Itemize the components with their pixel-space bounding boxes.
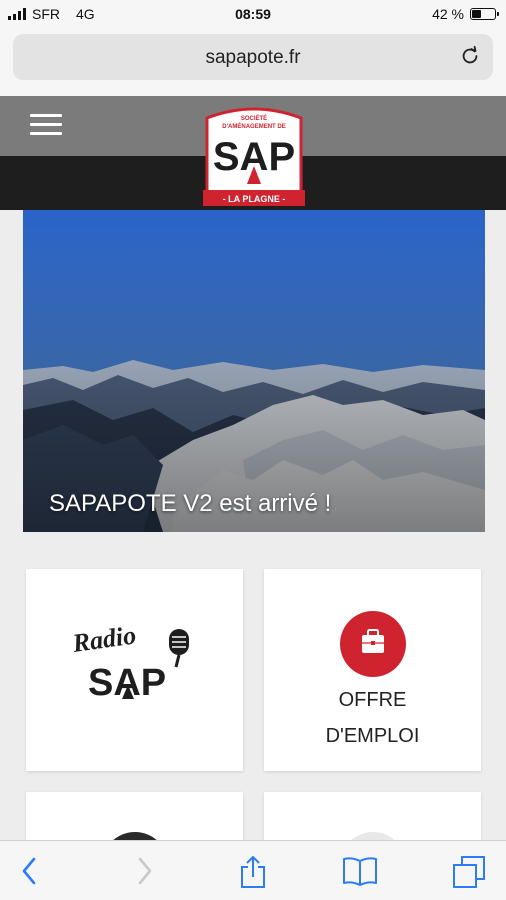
tabs-icon[interactable] — [452, 855, 486, 889]
bookmarks-icon[interactable] — [342, 855, 378, 887]
radio-sap-card[interactable]: Radio SAP — [26, 569, 243, 771]
hero-caption[interactable]: SAPAPOTE V2 est arrivé ! — [49, 490, 331, 518]
clock: 08:59 — [235, 6, 271, 22]
svg-text:Radio: Radio — [70, 620, 138, 658]
briefcase-icon — [362, 629, 384, 653]
battery-icon — [470, 8, 499, 20]
address-bar[interactable]: sapapote.fr — [13, 34, 493, 80]
hero-banner[interactable]: SAPAPOTE V2 est arrivé ! — [23, 210, 485, 532]
site-header: SOCIÉTÉ D'AMÉNAGEMENT DE SAP - LA PLAGNE… — [0, 96, 506, 210]
job-offer-icon-circle — [340, 611, 406, 677]
browser-chrome: sapapote.fr — [0, 30, 506, 96]
url-text[interactable]: sapapote.fr — [13, 47, 493, 69]
forward-icon[interactable] — [132, 855, 156, 887]
radio-sap-logo: Radio SAP — [70, 620, 189, 704]
job-offer-label: OFFRE D'EMPLOI — [325, 689, 420, 747]
share-icon[interactable] — [238, 855, 268, 889]
battery-percent: 42 % — [432, 6, 464, 22]
mountain-photo — [23, 210, 485, 532]
browser-toolbar — [0, 840, 506, 900]
svg-text:SOCIÉTÉ: SOCIÉTÉ — [241, 114, 267, 122]
svg-text:- LA PLAGNE -: - LA PLAGNE - — [223, 194, 286, 204]
back-icon[interactable] — [18, 855, 42, 887]
reload-icon[interactable] — [459, 45, 481, 67]
status-bar: SFR 4G 08:59 42 % — [0, 0, 506, 30]
hamburger-menu-icon[interactable] — [30, 114, 62, 138]
svg-text:D'AMÉNAGEMENT DE: D'AMÉNAGEMENT DE — [222, 122, 285, 130]
sap-la-plagne-logo[interactable]: SOCIÉTÉ D'AMÉNAGEMENT DE SAP - LA PLAGNE… — [201, 104, 307, 214]
job-offer-card[interactable]: OFFRE D'EMPLOI — [264, 569, 481, 771]
